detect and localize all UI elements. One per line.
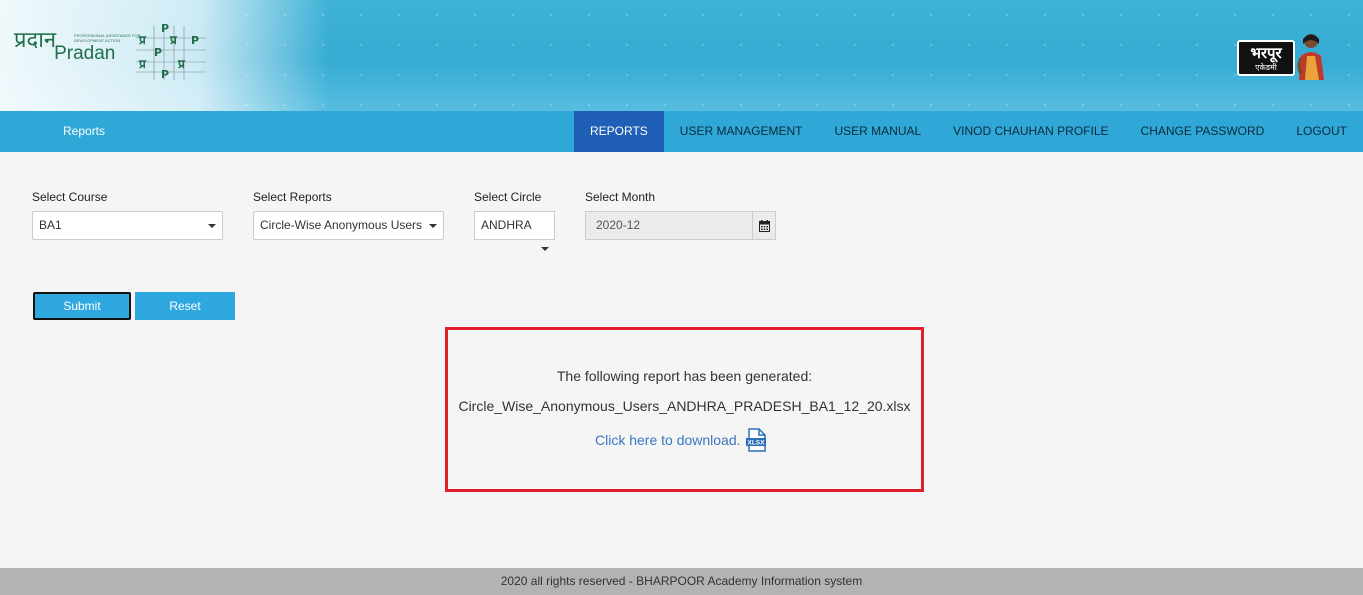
month-input-value: 2020-12 <box>596 218 641 232</box>
woman-illustration-icon <box>1293 30 1327 80</box>
reports-label: Select Reports <box>253 190 332 204</box>
download-link[interactable]: Click here to download. XLSX <box>595 428 767 452</box>
svg-text:प्र: प्र <box>138 33 147 47</box>
report-message: The following report has been generated: <box>556 368 813 384</box>
footer-text: 2020 all rights reserved - BHARPOOR Acad… <box>500 574 863 588</box>
nav-menu: REPORTS USER MANAGEMENT USER MANUAL VINO… <box>574 111 1363 152</box>
nav-item-profile[interactable]: VINOD CHAUHAN PROFILE <box>937 111 1124 152</box>
course-select[interactable]: BA1 <box>32 211 223 240</box>
nav-item-logout[interactable]: LOGOUT <box>1280 111 1363 152</box>
circle-label: Select Circle <box>474 190 542 204</box>
report-result-panel: The following report has been generated:… <box>445 327 924 492</box>
reset-button[interactable]: Reset <box>135 292 235 320</box>
svg-text:P: P <box>191 34 199 47</box>
course-label: Select Course <box>32 190 108 204</box>
svg-text:P: P <box>154 46 162 59</box>
bharpoor-logo-subtext: एकेडमी <box>1255 63 1277 72</box>
svg-text:P: P <box>161 68 169 81</box>
reports-select[interactable]: Circle-Wise Anonymous Users <box>253 211 444 240</box>
svg-text:प्र: प्र <box>177 57 186 71</box>
nav-item-user-management[interactable]: USER MANAGEMENT <box>664 111 819 152</box>
svg-text:प्र: प्र <box>169 33 178 47</box>
footer: 2020 all rights reserved - BHARPOOR Acad… <box>0 568 1363 595</box>
month-input[interactable]: 2020-12 <box>585 211 753 240</box>
xlsx-icon-text: XLSX <box>747 440 765 447</box>
course-select-value: BA1 <box>39 218 62 232</box>
reports-select-value: Circle-Wise Anonymous Users <box>260 218 423 232</box>
nav-item-change-password[interactable]: CHANGE PASSWORD <box>1125 111 1281 152</box>
chevron-down-icon <box>208 224 216 228</box>
header-banner: प्रदान PROFESSIONAL ASSISTANCE FOR DEVEL… <box>0 0 1363 111</box>
month-label: Select Month <box>585 190 656 204</box>
report-filename: Circle_Wise_Anonymous_Users_ANDHRA_PRADE… <box>458 398 911 414</box>
nav-item-reports[interactable]: REPORTS <box>574 111 664 152</box>
nav-brand[interactable]: Reports <box>63 111 105 152</box>
bharpoor-logo-text: भरपूर <box>1250 44 1282 62</box>
calendar-button[interactable] <box>752 211 776 240</box>
pradan-logo-text: Pradan <box>54 43 116 64</box>
svg-text:P: P <box>161 22 169 35</box>
partner-logo-icon: P प्र प्र P P प्र प्र P <box>134 20 209 82</box>
top-navbar: Reports REPORTS USER MANAGEMENT USER MAN… <box>0 111 1363 152</box>
submit-button[interactable]: Submit <box>33 292 131 320</box>
pradan-logo-hindi: प्रदान <box>14 28 57 53</box>
bharpoor-logo: भरपूर एकेडमी <box>1237 30 1329 80</box>
chevron-down-icon <box>429 224 437 228</box>
circle-select[interactable]: ANDHRA <box>474 211 555 240</box>
pradan-logo: प्रदान PROFESSIONAL ASSISTANCE FOR DEVEL… <box>14 28 140 64</box>
calendar-icon <box>758 219 770 232</box>
nav-item-user-manual[interactable]: USER MANUAL <box>818 111 937 152</box>
chevron-down-icon[interactable] <box>541 247 549 251</box>
svg-text:प्र: प्र <box>138 57 147 71</box>
xlsx-file-icon[interactable]: XLSX <box>745 428 767 452</box>
download-link-label[interactable]: Click here to download. <box>595 432 741 448</box>
bharpoor-logo-box: भरपूर एकेडमी <box>1237 40 1295 76</box>
circle-select-value: ANDHRA <box>481 218 532 232</box>
